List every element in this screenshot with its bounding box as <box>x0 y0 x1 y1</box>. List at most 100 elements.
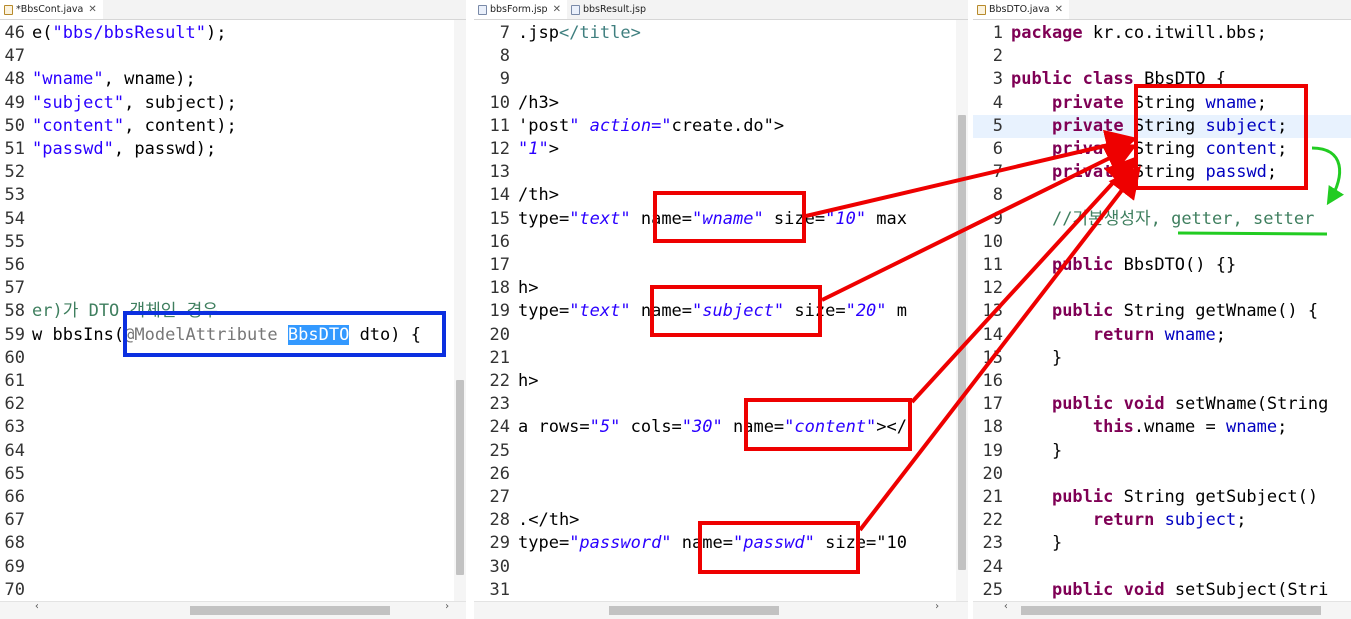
line-number: 15 <box>489 208 510 229</box>
code-line: 13 <box>474 161 968 184</box>
scroll-left-icon[interactable]: ‹ <box>1003 601 1009 612</box>
code-line: 22 h> <box>474 370 968 393</box>
left-vertical-scrollbar[interactable] <box>454 20 466 601</box>
code-line: 23 <box>474 393 968 416</box>
code-line: 19 } <box>973 440 1351 463</box>
code-line: 49 "subject", subject); <box>0 92 466 115</box>
code-line: 17 public void setWname(String <box>973 393 1351 416</box>
line-number: 29 <box>489 533 510 554</box>
code-line: 8 <box>973 184 1351 207</box>
code-line: 62 <box>0 393 466 416</box>
code-text: //기본생성자, getter, setter <box>1051 208 1315 229</box>
scroll-thumb[interactable] <box>456 380 464 575</box>
code-text: return subject; <box>1092 510 1247 531</box>
code-line: 53 <box>0 184 466 207</box>
code-line: 29 type="password" name="passwd" size="10 <box>474 532 968 555</box>
close-icon[interactable]: ✕ <box>88 4 96 15</box>
code-line: 47 <box>0 45 466 68</box>
code-line: 4 private String wname; <box>973 92 1351 115</box>
code-line: 11 public BbsDTO() {} <box>973 254 1351 277</box>
code-text: h> <box>518 371 539 391</box>
line-number: 15 <box>982 347 1003 368</box>
code-line: 6 private String content; <box>973 138 1351 161</box>
scroll-thumb[interactable] <box>958 115 966 570</box>
scroll-thumb[interactable] <box>1021 606 1321 615</box>
code-line: 16 <box>973 370 1351 393</box>
line-number: 8 <box>992 185 1003 206</box>
jsp-file-icon <box>570 4 580 15</box>
line-number: 17 <box>489 255 510 275</box>
code-line: 20 <box>474 324 968 347</box>
code-line: 48 "wname", wname); <box>0 68 466 91</box>
scroll-right-icon[interactable]: › <box>934 601 940 612</box>
middle-vertical-scrollbar[interactable] <box>956 20 968 601</box>
code-line: 66 <box>0 486 466 509</box>
code-line: 64 <box>0 440 466 463</box>
middle-horizontal-scrollbar[interactable]: › <box>474 601 968 619</box>
line-number: 12 <box>982 278 1003 299</box>
close-icon[interactable]: ✕ <box>1055 4 1063 15</box>
code-text: .jsp</title> <box>518 23 641 43</box>
code-line: 23 } <box>973 532 1351 555</box>
right-horizontal-scrollbar[interactable]: ‹ <box>973 601 1351 619</box>
scroll-thumb[interactable] <box>609 606 779 615</box>
code-line: 25 public void setSubject(Stri <box>973 579 1351 602</box>
tab-bbsform[interactable]: bbsForm.jsp ✕ <box>474 0 567 19</box>
line-number: 24 <box>489 417 510 438</box>
left-code-editor[interactable]: 46 e("bbs/bbsResult"); 47 48 "wname", wname)… <box>0 20 466 601</box>
code-line: 10/h3> <box>474 92 968 115</box>
line-number: 9 <box>992 208 1003 229</box>
scroll-thumb[interactable] <box>190 606 390 615</box>
code-line: 28 .</th> <box>474 509 968 532</box>
line-number: 53 <box>4 185 25 206</box>
code-line: 24 a rows="5" cols="30" name="content"></ <box>474 416 968 439</box>
line-number: 27 <box>489 487 510 507</box>
line-number: 13 <box>982 301 1003 322</box>
code-line: 52 <box>0 161 466 184</box>
code-line: 2 <box>973 45 1351 68</box>
line-number: 59 <box>4 324 25 345</box>
code-line: 5 private String subject; <box>973 114 1351 138</box>
code-line: 46 e("bbs/bbsResult"); <box>0 22 466 45</box>
line-number: 58 <box>4 301 25 322</box>
code-text: public void setWname(String <box>1051 394 1329 415</box>
scroll-left-icon[interactable]: ‹ <box>34 601 40 612</box>
code-text: er)가 DTO 객체인 경우 <box>32 301 218 322</box>
code-line: 24 <box>973 556 1351 579</box>
code-line: 67 <box>0 509 466 532</box>
line-number: 67 <box>4 510 25 531</box>
code-line: 57 <box>0 277 466 300</box>
code-line: 8 <box>474 45 968 68</box>
line-number: 10 <box>982 231 1003 252</box>
code-line: 9 //기본생성자, getter, setter <box>973 208 1351 231</box>
code-text: private String subject; <box>1051 115 1288 136</box>
code-text: type="text" name="wname" size="10" max <box>518 208 908 229</box>
code-line: 65 <box>0 463 466 486</box>
tab-bbsdto[interactable]: BbsDTO.java ✕ <box>973 0 1070 19</box>
code-text: "subject", subject); <box>32 92 237 113</box>
line-number: 23 <box>489 394 510 415</box>
line-number: 46 <box>4 23 25 43</box>
scroll-right-icon[interactable]: › <box>444 601 450 612</box>
code-text: } <box>1011 347 1063 368</box>
code-text: private String content; <box>1051 139 1288 159</box>
close-icon[interactable]: ✕ <box>553 4 561 15</box>
line-number: 13 <box>489 162 510 183</box>
right-code-editor[interactable]: 1 package kr.co.itwill.bbs; 2 3 public class… <box>973 20 1351 601</box>
line-number: 21 <box>489 347 510 368</box>
code-line: 55 <box>0 231 466 254</box>
code-line: 13 public String getWname() { <box>973 300 1351 323</box>
code-line: 17 <box>474 254 968 277</box>
line-number: 7 <box>992 162 1003 183</box>
left-horizontal-scrollbar[interactable]: ‹ › <box>0 601 466 619</box>
line-number: 52 <box>4 162 25 183</box>
middle-tabbar: bbsForm.jsp ✕ bbsResult.jsp <box>474 0 968 20</box>
line-number: 61 <box>4 371 25 391</box>
line-number: 5 <box>992 115 1003 136</box>
tab-bbscont[interactable]: *BbsCont.java ✕ <box>0 0 103 19</box>
code-line: 70 <box>0 579 466 602</box>
tab-label: BbsDTO.java <box>989 4 1050 15</box>
middle-code-editor[interactable]: 7 .jsp</title> 8 9 10/h3> 11'post" action="cr… <box>474 20 968 601</box>
line-number: 48 <box>4 69 25 90</box>
tab-bbsresult[interactable]: bbsResult.jsp <box>567 0 652 19</box>
